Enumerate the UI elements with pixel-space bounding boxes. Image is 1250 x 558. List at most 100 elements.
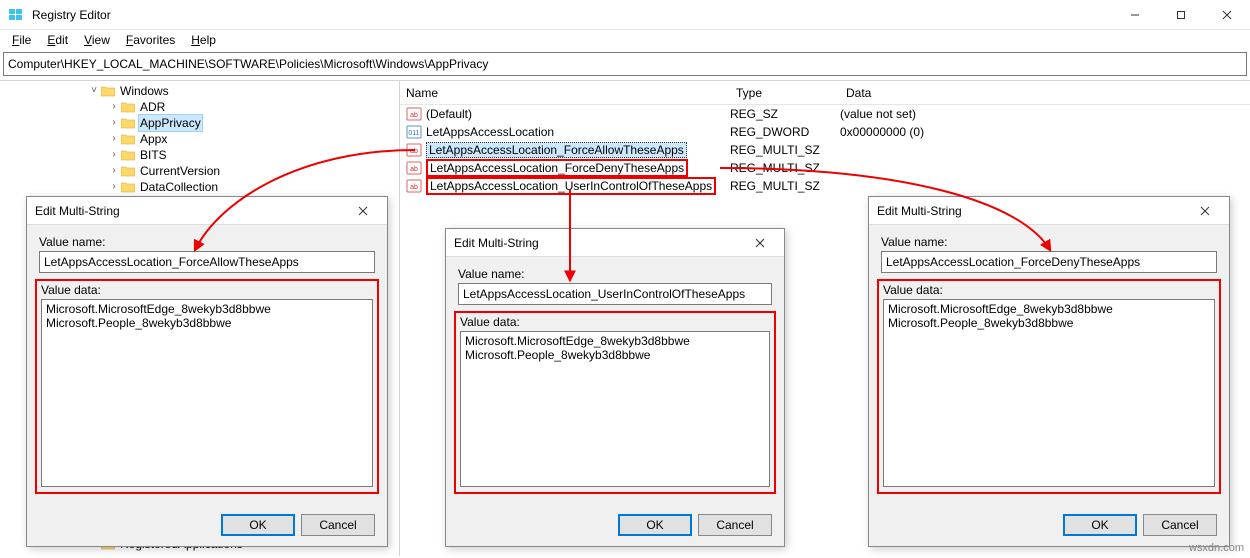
expand-icon[interactable]: ›	[108, 179, 120, 195]
svg-text:ab: ab	[410, 148, 418, 155]
folder-icon	[120, 148, 136, 162]
ok-button[interactable]: OK	[1063, 514, 1137, 536]
value-type: REG_SZ	[730, 107, 840, 121]
dialog-title: Edit Multi-String	[877, 204, 1189, 218]
menu-bar: File Edit View Favorites Help	[0, 30, 1250, 50]
registry-value-row[interactable]: ab LetAppsAccessLocation_ForceDenyTheseAp…	[400, 159, 1250, 177]
svg-text:ab: ab	[410, 166, 418, 173]
dialog-close-button[interactable]	[744, 232, 776, 254]
value-data-textarea[interactable]	[883, 299, 1215, 487]
svg-text:ab: ab	[410, 112, 418, 119]
menu-file[interactable]: File	[4, 31, 39, 49]
value-data-label: Value data:	[41, 283, 373, 297]
binary-value-icon: 011	[406, 124, 422, 140]
ok-button[interactable]: OK	[221, 514, 295, 536]
dialog-title: Edit Multi-String	[35, 204, 347, 218]
app-icon	[8, 7, 24, 23]
menu-view[interactable]: View	[76, 31, 118, 49]
close-button[interactable]	[1204, 0, 1250, 30]
value-name-label: Value name:	[39, 235, 375, 249]
value-type: REG_MULTI_SZ	[730, 161, 840, 175]
dialog-edit-multistring-2: Edit Multi-String Value name: Value data…	[445, 228, 785, 547]
tree-item[interactable]: › DataCollection	[0, 179, 399, 195]
tree-item[interactable]: › Appx	[0, 131, 399, 147]
window-controls	[1112, 0, 1250, 30]
registry-value-row[interactable]: 011 LetAppsAccessLocationREG_DWORD0x00000…	[400, 123, 1250, 141]
ok-button[interactable]: OK	[618, 514, 692, 536]
watermark: wsxdn.com	[1189, 542, 1244, 554]
tree-item[interactable]: › BITS	[0, 147, 399, 163]
dialog-edit-multistring-1: Edit Multi-String Value name: Value data…	[26, 196, 388, 547]
cancel-button[interactable]: Cancel	[1143, 514, 1217, 536]
list-header: Name Type Data	[400, 81, 1250, 105]
col-data[interactable]: Data	[840, 86, 1250, 100]
value-name-input[interactable]	[39, 251, 375, 273]
value-type: REG_MULTI_SZ	[730, 179, 840, 193]
expand-icon[interactable]: ›	[108, 163, 120, 179]
address-bar[interactable]: Computer\HKEY_LOCAL_MACHINE\SOFTWARE\Pol…	[3, 52, 1247, 76]
value-name: LetAppsAccessLocation_ForceDenyTheseApps	[426, 159, 730, 177]
value-data-label: Value data:	[460, 315, 770, 329]
string-value-icon: ab	[406, 142, 422, 158]
address-text: Computer\HKEY_LOCAL_MACHINE\SOFTWARE\Pol…	[8, 57, 488, 71]
registry-value-row[interactable]: ab(Default)REG_SZ(value not set)	[400, 105, 1250, 123]
value-data-textarea[interactable]	[460, 331, 770, 487]
tree-label: CurrentVersion	[138, 163, 222, 179]
value-name-label: Value name:	[458, 267, 772, 281]
expand-icon[interactable]: ›	[108, 131, 120, 147]
tree-item[interactable]: › ADR	[0, 99, 399, 115]
cancel-button[interactable]: Cancel	[301, 514, 375, 536]
window-title: Registry Editor	[32, 8, 111, 22]
dialog-close-button[interactable]	[1189, 200, 1221, 222]
value-data-textarea[interactable]	[41, 299, 373, 487]
tree-label: Windows	[118, 83, 171, 99]
folder-icon	[120, 132, 136, 146]
dialog-title-bar[interactable]: Edit Multi-String	[869, 197, 1229, 225]
col-type[interactable]: Type	[730, 86, 840, 100]
dialog-title-bar[interactable]: Edit Multi-String	[27, 197, 387, 225]
tree-item[interactable]: ˅ Windows	[0, 83, 399, 99]
tree-label: ADR	[138, 99, 167, 115]
string-value-icon: ab	[406, 160, 422, 176]
maximize-button[interactable]	[1158, 0, 1204, 30]
value-name-input[interactable]	[881, 251, 1217, 273]
svg-text:ab: ab	[410, 184, 418, 191]
value-name: LetAppsAccessLocation	[426, 125, 730, 139]
value-data: 0x00000000 (0)	[840, 125, 1250, 139]
tree-label: DataCollection	[138, 179, 220, 195]
registry-value-row[interactable]: abLetAppsAccessLocation_UserInControlOfT…	[400, 177, 1250, 195]
tree-label: AppPrivacy	[138, 114, 203, 132]
registry-value-row[interactable]: ab LetAppsAccessLocation_ForceAllowTheseA…	[400, 141, 1250, 159]
cancel-button[interactable]: Cancel	[698, 514, 772, 536]
tree-item[interactable]: › AppPrivacy	[0, 115, 399, 131]
col-name[interactable]: Name	[400, 86, 730, 100]
svg-text:011: 011	[408, 130, 419, 137]
menu-favorites[interactable]: Favorites	[118, 31, 183, 49]
title-bar: Registry Editor	[0, 0, 1250, 30]
folder-icon	[100, 84, 116, 98]
menu-help[interactable]: Help	[183, 31, 224, 49]
value-name-input[interactable]	[458, 283, 772, 305]
value-data-label: Value data:	[883, 283, 1215, 297]
folder-icon	[120, 116, 136, 130]
tree-label: Appx	[138, 131, 169, 147]
tree-item[interactable]: › CurrentVersion	[0, 163, 399, 179]
expand-icon[interactable]: ˅	[88, 83, 100, 99]
string-value-icon: ab	[406, 178, 422, 194]
value-name: LetAppsAccessLocation_ForceAllowTheseApp…	[426, 142, 730, 158]
expand-icon[interactable]: ›	[108, 115, 120, 131]
dialog-close-button[interactable]	[347, 200, 379, 222]
expand-icon[interactable]: ›	[108, 99, 120, 115]
value-data: (value not set)	[840, 107, 1250, 121]
expand-icon[interactable]: ›	[108, 147, 120, 163]
folder-icon	[120, 164, 136, 178]
dialog-title: Edit Multi-String	[454, 236, 744, 250]
folder-icon	[120, 180, 136, 194]
dialog-title-bar[interactable]: Edit Multi-String	[446, 229, 784, 257]
minimize-button[interactable]	[1112, 0, 1158, 30]
menu-edit[interactable]: Edit	[39, 31, 76, 49]
tree-label: BITS	[138, 147, 169, 163]
value-name-label: Value name:	[881, 235, 1217, 249]
string-value-icon: ab	[406, 106, 422, 122]
value-type: REG_DWORD	[730, 125, 840, 139]
